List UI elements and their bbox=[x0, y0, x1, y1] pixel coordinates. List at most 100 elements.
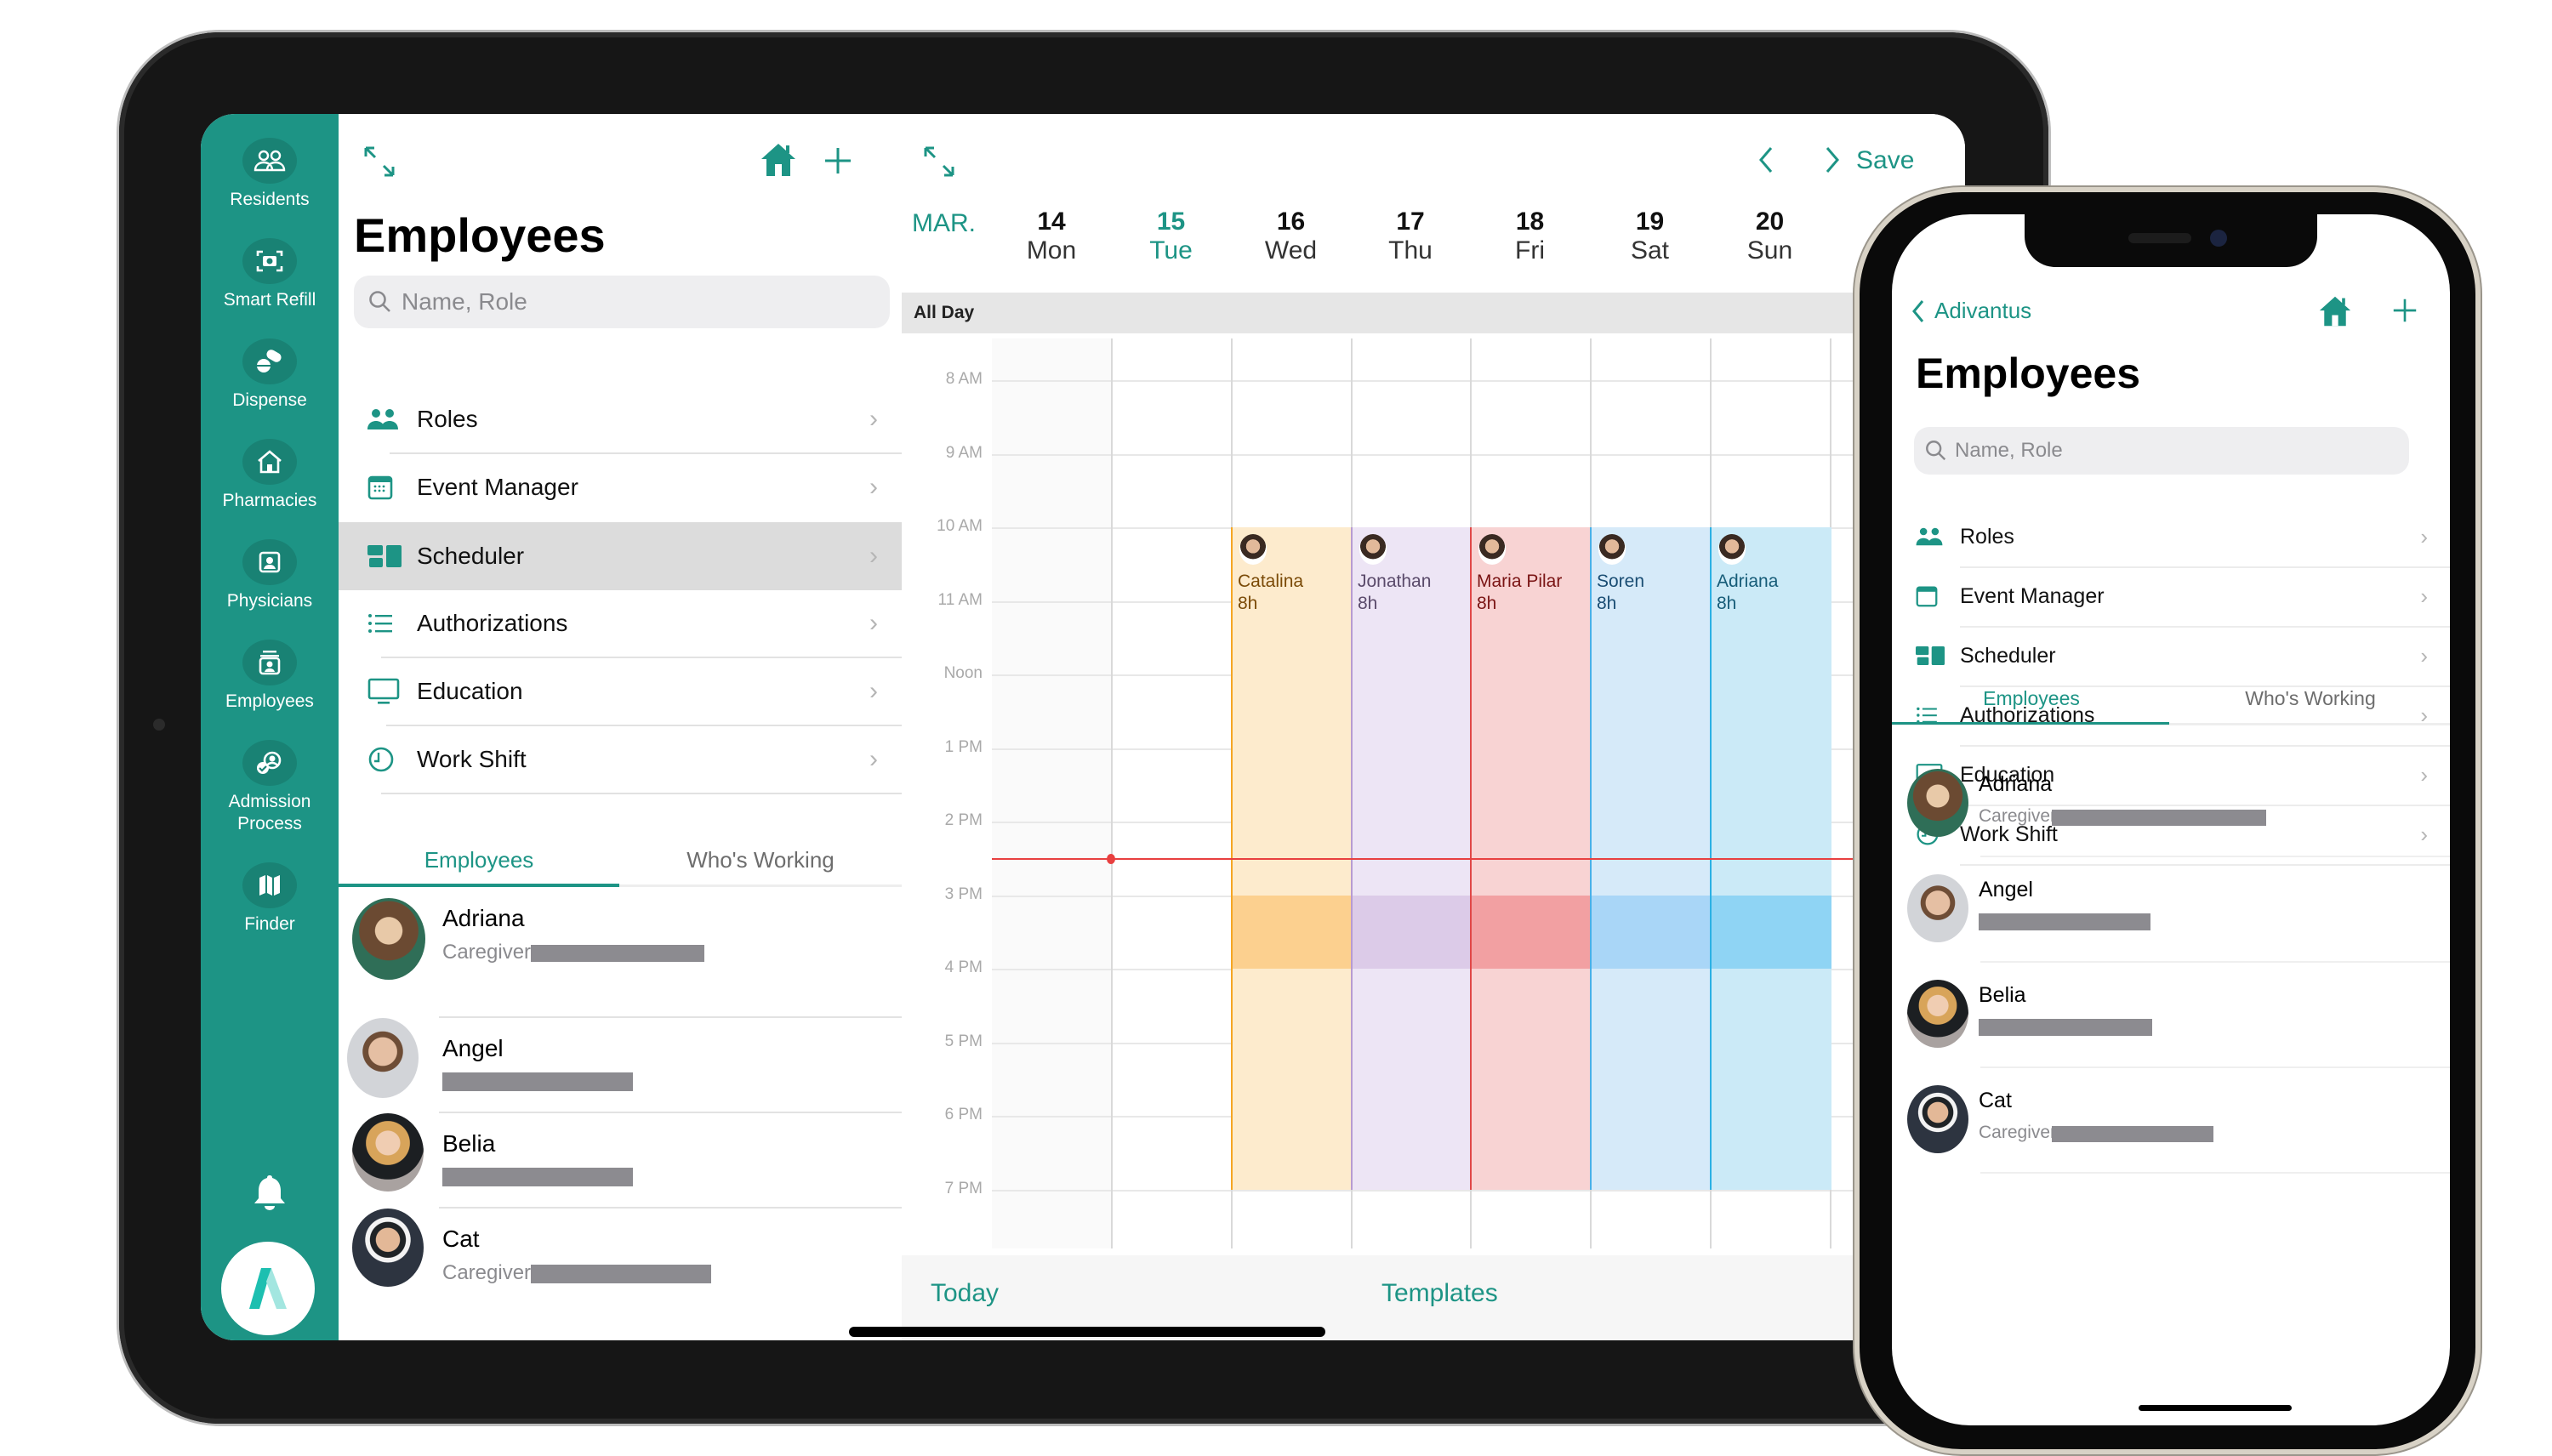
sidebar-item-employees[interactable]: Employees bbox=[201, 640, 339, 713]
iphone-screen: Adivantus Employees Name, Role Roles › Eve… bbox=[1892, 214, 2450, 1425]
search-icon bbox=[369, 291, 390, 312]
back-button[interactable]: Adivantus bbox=[1911, 298, 2031, 324]
sidebar-item-residents[interactable]: Residents bbox=[201, 138, 339, 211]
search-input[interactable]: Name, Role bbox=[1914, 427, 2409, 475]
home-icon[interactable] bbox=[2317, 294, 2353, 333]
day-header[interactable]: 18 Fri bbox=[1488, 208, 1573, 265]
current-time-line bbox=[992, 858, 1863, 861]
avatar bbox=[352, 1113, 424, 1192]
add-icon[interactable] bbox=[2392, 298, 2418, 327]
employee-name: Angel bbox=[1979, 878, 2033, 901]
menu-item-education[interactable]: Education › bbox=[339, 658, 902, 725]
sidebar-label: Admission Process bbox=[228, 792, 311, 833]
people-icon bbox=[1916, 526, 1948, 547]
menu-item-scheduler[interactable]: Scheduler › bbox=[1892, 626, 2450, 685]
templates-button[interactable]: Templates bbox=[1381, 1279, 1498, 1308]
employee-row[interactable]: Belia bbox=[339, 1113, 902, 1209]
menu-label: Work Shift bbox=[417, 746, 527, 772]
menu-item-authorizations[interactable]: Authorizations › bbox=[339, 590, 902, 657]
chevron-right-icon: › bbox=[869, 609, 878, 637]
employees-panel: Employees Name, Role Roles › Event Manag… bbox=[339, 114, 903, 1340]
adivantus-logo[interactable] bbox=[221, 1242, 315, 1335]
day-header[interactable]: 20 Sun bbox=[1728, 208, 1813, 265]
employee-name: Cat bbox=[1979, 1089, 2012, 1112]
day-number: 17 bbox=[1396, 208, 1425, 236]
employee-row[interactable]: Cat Caregiver • bbox=[339, 1209, 902, 1340]
sidebar-label: Employees bbox=[225, 691, 314, 711]
sidebar-label: Smart Refill bbox=[223, 290, 316, 310]
avatar bbox=[1907, 769, 1968, 837]
employee-row[interactable]: Angel bbox=[339, 1018, 902, 1113]
employee-row[interactable]: Belia bbox=[1892, 961, 2450, 1063]
tab-whos-working[interactable]: Who's Working bbox=[2171, 687, 2450, 710]
clock-icon bbox=[367, 746, 405, 773]
day-header[interactable]: 16 Wed bbox=[1249, 208, 1334, 265]
chevron-right-icon: › bbox=[2420, 583, 2428, 609]
people-icon bbox=[242, 138, 297, 184]
tab-indicator bbox=[1892, 722, 2169, 725]
hour-gridline bbox=[992, 380, 1863, 382]
menu-item-scheduler[interactable]: Scheduler › bbox=[339, 522, 902, 590]
sidebar-item-admission-process[interactable]: Admission Process bbox=[201, 740, 339, 835]
day-number: 19 bbox=[1635, 208, 1665, 236]
employee-row[interactable]: CatCaregiver • bbox=[1892, 1066, 2450, 1169]
redacted-text bbox=[2052, 810, 2266, 826]
employee-role: Caregiver • bbox=[442, 941, 544, 964]
home-icon[interactable] bbox=[759, 141, 798, 183]
sidebar-item-dispense[interactable]: Dispense bbox=[201, 338, 339, 412]
menu-label: Scheduler bbox=[1960, 643, 2056, 668]
map-icon bbox=[242, 862, 297, 908]
redacted-text bbox=[2052, 1126, 2213, 1142]
scheduler-calendar: Save MAR. 14 Mon 15 Tue 16 Wed 17 Thu 18 Fri 19 Sat… bbox=[902, 114, 1965, 1340]
tab-whos-working[interactable]: Who's Working bbox=[619, 847, 902, 873]
next-week-button[interactable] bbox=[1822, 145, 1843, 179]
divider bbox=[1980, 1172, 2450, 1174]
divider bbox=[381, 793, 902, 794]
menu-item-event-manager[interactable]: Event Manager › bbox=[1892, 566, 2450, 626]
scheduler-icon bbox=[367, 543, 405, 569]
day-header[interactable]: 14 Mon bbox=[1009, 208, 1094, 265]
id-card-icon bbox=[242, 539, 297, 585]
search-icon bbox=[1926, 441, 1946, 461]
day-number: 16 bbox=[1276, 208, 1306, 236]
menu-item-roles[interactable]: Roles › bbox=[339, 386, 902, 452]
tab-employees[interactable]: Employees bbox=[1892, 687, 2171, 710]
menu-item-roles[interactable]: Roles › bbox=[1892, 507, 2450, 566]
monitor-icon bbox=[367, 678, 405, 705]
page-title: Employees bbox=[1916, 350, 2141, 397]
today-button[interactable]: Today bbox=[931, 1279, 999, 1308]
avatar bbox=[352, 1209, 424, 1287]
previous-week-button[interactable] bbox=[1756, 145, 1776, 179]
search-placeholder: Name, Role bbox=[402, 288, 527, 315]
shift-highlight bbox=[1233, 895, 1353, 969]
current-time-dot bbox=[1107, 854, 1115, 865]
search-placeholder: Name, Role bbox=[1955, 439, 2063, 462]
bell-icon[interactable] bbox=[246, 1169, 293, 1216]
menu-label: Roles bbox=[1960, 524, 2014, 549]
employee-row[interactable]: Angel bbox=[1892, 856, 2450, 958]
hour-label: 11 AM bbox=[937, 590, 983, 609]
person-check-icon bbox=[242, 740, 297, 786]
employee-row[interactable]: Adriana Caregiver • bbox=[339, 888, 902, 1015]
sidebar-item-finder[interactable]: Finder bbox=[201, 862, 339, 936]
save-button[interactable]: Save bbox=[1856, 146, 1914, 175]
add-icon[interactable] bbox=[823, 146, 852, 179]
employee-name: Adriana bbox=[1979, 772, 2053, 796]
employee-row[interactable]: AdrianaCaregiver • bbox=[1892, 750, 2450, 852]
day-header[interactable]: 19 Sat bbox=[1608, 208, 1693, 265]
redacted-text bbox=[531, 1265, 711, 1283]
sidebar-item-smart-refill[interactable]: Smart Refill bbox=[201, 238, 339, 311]
expand-icon[interactable] bbox=[362, 145, 396, 183]
sidebar-item-physicians[interactable]: Physicians bbox=[201, 539, 339, 612]
ipad-camera bbox=[153, 719, 165, 731]
search-input[interactable]: Name, Role bbox=[354, 276, 890, 328]
tab-employees[interactable]: Employees bbox=[339, 847, 619, 873]
shift-name: Adriana bbox=[1717, 572, 1779, 591]
menu-item-event-manager[interactable]: Event Manager › bbox=[339, 454, 902, 520]
menu-item-work-shift[interactable]: Work Shift › bbox=[339, 726, 902, 793]
day-header[interactable]: 17 Thu bbox=[1368, 208, 1453, 265]
sidebar-item-pharmacies[interactable]: Pharmacies bbox=[201, 439, 339, 512]
expand-icon[interactable] bbox=[922, 145, 956, 183]
shift-name: Jonathan bbox=[1358, 572, 1432, 591]
day-header[interactable]: 15 Tue bbox=[1129, 208, 1214, 265]
